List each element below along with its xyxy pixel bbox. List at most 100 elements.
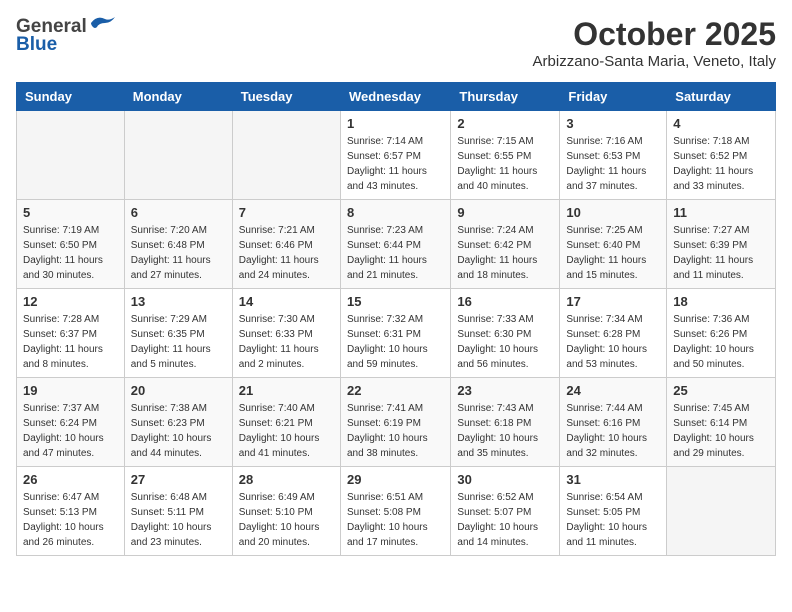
day-info: Sunrise: 7:43 AM Sunset: 6:18 PM Dayligh…: [457, 401, 553, 461]
day-info: Sunrise: 7:15 AM Sunset: 6:55 PM Dayligh…: [457, 134, 553, 194]
day-number: 17: [566, 294, 660, 309]
calendar-day-cell: 12 Sunrise: 7:28 AM Sunset: 6:37 PM Dayli…: [17, 289, 125, 378]
calendar-header-row: SundayMondayTuesdayWednesdayThursdayFrid…: [17, 83, 776, 111]
day-of-week-header: Friday: [560, 83, 667, 111]
day-of-week-header: Wednesday: [340, 83, 450, 111]
logo: General Blue: [16, 16, 117, 56]
page-header: General Blue October 2025 Arbizzano-Sant…: [16, 16, 776, 70]
logo-blue: Blue: [16, 34, 57, 56]
day-number: 31: [566, 472, 660, 487]
calendar-day-cell: [17, 111, 125, 200]
calendar-day-cell: [232, 111, 340, 200]
calendar-day-cell: 24 Sunrise: 7:44 AM Sunset: 6:16 PM Dayli…: [560, 378, 667, 467]
day-number: 24: [566, 383, 660, 398]
day-info: Sunrise: 7:21 AM Sunset: 6:46 PM Dayligh…: [239, 223, 334, 283]
day-info: Sunrise: 6:47 AM Sunset: 5:13 PM Dayligh…: [23, 490, 118, 550]
calendar-day-cell: 9Sunrise: 7:24 AM Sunset: 6:42 PM Daylig…: [451, 200, 560, 289]
calendar-day-cell: 18 Sunrise: 7:36 AM Sunset: 6:26 PM Dayli…: [667, 289, 776, 378]
calendar-day-cell: 1 Sunrise: 7:14 AM Sunset: 6:57 PM Daylig…: [340, 111, 450, 200]
calendar-day-cell: 25 Sunrise: 7:45 AM Sunset: 6:14 PM Dayli…: [667, 378, 776, 467]
day-number: 15: [347, 294, 444, 309]
calendar-week-row: 5 Sunrise: 7:19 AM Sunset: 6:50 PM Daylig…: [17, 200, 776, 289]
day-number: 10: [566, 205, 660, 220]
day-number: 25: [673, 383, 769, 398]
day-info: Sunrise: 7:41 AM Sunset: 6:19 PM Dayligh…: [347, 401, 444, 461]
day-number: 16: [457, 294, 553, 309]
day-info: Sunrise: 6:51 AM Sunset: 5:08 PM Dayligh…: [347, 490, 444, 550]
calendar-day-cell: 2Sunrise: 7:15 AM Sunset: 6:55 PM Daylig…: [451, 111, 560, 200]
day-info: Sunrise: 7:45 AM Sunset: 6:14 PM Dayligh…: [673, 401, 769, 461]
calendar-day-cell: 26Sunrise: 6:47 AM Sunset: 5:13 PM Dayli…: [17, 467, 125, 556]
day-info: Sunrise: 7:16 AM Sunset: 6:53 PM Dayligh…: [566, 134, 660, 194]
day-info: Sunrise: 7:27 AM Sunset: 6:39 PM Dayligh…: [673, 223, 769, 283]
calendar-week-row: 26Sunrise: 6:47 AM Sunset: 5:13 PM Dayli…: [17, 467, 776, 556]
day-number: 14: [239, 294, 334, 309]
day-info: Sunrise: 7:33 AM Sunset: 6:30 PM Dayligh…: [457, 312, 553, 372]
day-number: 13: [131, 294, 226, 309]
day-info: Sunrise: 6:48 AM Sunset: 5:11 PM Dayligh…: [131, 490, 226, 550]
day-info: Sunrise: 7:20 AM Sunset: 6:48 PM Dayligh…: [131, 223, 226, 283]
calendar-day-cell: 23 Sunrise: 7:43 AM Sunset: 6:18 PM Dayli…: [451, 378, 560, 467]
day-of-week-header: Thursday: [451, 83, 560, 111]
day-number: 18: [673, 294, 769, 309]
calendar-day-cell: 22Sunrise: 7:41 AM Sunset: 6:19 PM Dayli…: [340, 378, 450, 467]
location: Arbizzano-Santa Maria, Veneto, Italy: [533, 53, 776, 70]
day-info: Sunrise: 7:14 AM Sunset: 6:57 PM Dayligh…: [347, 134, 444, 194]
calendar-day-cell: 6Sunrise: 7:20 AM Sunset: 6:48 PM Daylig…: [124, 200, 232, 289]
calendar-day-cell: 30 Sunrise: 6:52 AM Sunset: 5:07 PM Dayli…: [451, 467, 560, 556]
calendar-day-cell: 17 Sunrise: 7:34 AM Sunset: 6:28 PM Dayli…: [560, 289, 667, 378]
day-number: 12: [23, 294, 118, 309]
calendar-day-cell: 29 Sunrise: 6:51 AM Sunset: 5:08 PM Dayli…: [340, 467, 450, 556]
calendar-day-cell: 7 Sunrise: 7:21 AM Sunset: 6:46 PM Daylig…: [232, 200, 340, 289]
day-number: 21: [239, 383, 334, 398]
day-number: 30: [457, 472, 553, 487]
day-of-week-header: Tuesday: [232, 83, 340, 111]
calendar-day-cell: [124, 111, 232, 200]
day-info: Sunrise: 7:25 AM Sunset: 6:40 PM Dayligh…: [566, 223, 660, 283]
calendar-day-cell: 19Sunrise: 7:37 AM Sunset: 6:24 PM Dayli…: [17, 378, 125, 467]
day-number: 29: [347, 472, 444, 487]
calendar-day-cell: 28Sunrise: 6:49 AM Sunset: 5:10 PM Dayli…: [232, 467, 340, 556]
day-number: 19: [23, 383, 118, 398]
day-of-week-header: Saturday: [667, 83, 776, 111]
calendar-day-cell: [667, 467, 776, 556]
calendar-day-cell: 15Sunrise: 7:32 AM Sunset: 6:31 PM Dayli…: [340, 289, 450, 378]
calendar-day-cell: 20 Sunrise: 7:38 AM Sunset: 6:23 PM Dayli…: [124, 378, 232, 467]
calendar-day-cell: 13 Sunrise: 7:29 AM Sunset: 6:35 PM Dayli…: [124, 289, 232, 378]
day-info: Sunrise: 6:52 AM Sunset: 5:07 PM Dayligh…: [457, 490, 553, 550]
calendar-week-row: 1 Sunrise: 7:14 AM Sunset: 6:57 PM Daylig…: [17, 111, 776, 200]
day-number: 23: [457, 383, 553, 398]
day-info: Sunrise: 7:30 AM Sunset: 6:33 PM Dayligh…: [239, 312, 334, 372]
day-info: Sunrise: 7:19 AM Sunset: 6:50 PM Dayligh…: [23, 223, 118, 283]
day-info: Sunrise: 7:36 AM Sunset: 6:26 PM Dayligh…: [673, 312, 769, 372]
calendar-day-cell: 3Sunrise: 7:16 AM Sunset: 6:53 PM Daylig…: [560, 111, 667, 200]
day-number: 9: [457, 205, 553, 220]
day-info: Sunrise: 7:28 AM Sunset: 6:37 PM Dayligh…: [23, 312, 118, 372]
day-number: 27: [131, 472, 226, 487]
day-info: Sunrise: 7:38 AM Sunset: 6:23 PM Dayligh…: [131, 401, 226, 461]
day-info: Sunrise: 6:49 AM Sunset: 5:10 PM Dayligh…: [239, 490, 334, 550]
day-number: 11: [673, 205, 769, 220]
calendar-week-row: 12 Sunrise: 7:28 AM Sunset: 6:37 PM Dayli…: [17, 289, 776, 378]
day-info: Sunrise: 7:23 AM Sunset: 6:44 PM Dayligh…: [347, 223, 444, 283]
day-info: Sunrise: 7:29 AM Sunset: 6:35 PM Dayligh…: [131, 312, 226, 372]
calendar-day-cell: 8Sunrise: 7:23 AM Sunset: 6:44 PM Daylig…: [340, 200, 450, 289]
day-info: Sunrise: 7:34 AM Sunset: 6:28 PM Dayligh…: [566, 312, 660, 372]
calendar-day-cell: 11 Sunrise: 7:27 AM Sunset: 6:39 PM Dayli…: [667, 200, 776, 289]
calendar-day-cell: 14 Sunrise: 7:30 AM Sunset: 6:33 PM Dayli…: [232, 289, 340, 378]
day-of-week-header: Monday: [124, 83, 232, 111]
day-info: Sunrise: 7:40 AM Sunset: 6:21 PM Dayligh…: [239, 401, 334, 461]
day-number: 4: [673, 116, 769, 131]
day-number: 5: [23, 205, 118, 220]
calendar-day-cell: 27 Sunrise: 6:48 AM Sunset: 5:11 PM Dayli…: [124, 467, 232, 556]
logo-bird-icon: [89, 13, 117, 33]
day-info: Sunrise: 7:44 AM Sunset: 6:16 PM Dayligh…: [566, 401, 660, 461]
day-number: 7: [239, 205, 334, 220]
calendar-week-row: 19Sunrise: 7:37 AM Sunset: 6:24 PM Dayli…: [17, 378, 776, 467]
calendar-day-cell: 16 Sunrise: 7:33 AM Sunset: 6:30 PM Dayli…: [451, 289, 560, 378]
month-title: October 2025: [533, 16, 776, 53]
calendar-table: SundayMondayTuesdayWednesdayThursdayFrid…: [16, 82, 776, 556]
day-number: 20: [131, 383, 226, 398]
day-info: Sunrise: 6:54 AM Sunset: 5:05 PM Dayligh…: [566, 490, 660, 550]
day-number: 1: [347, 116, 444, 131]
